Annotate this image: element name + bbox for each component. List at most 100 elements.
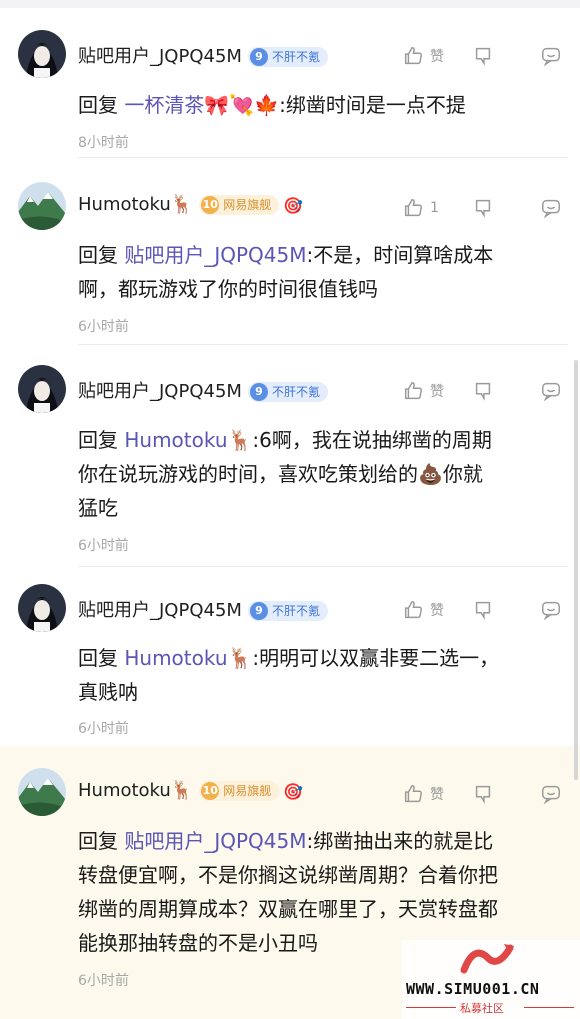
comment-line: :明明可以双赢非要二选一，: [252, 646, 500, 670]
dislike-button[interactable]: [472, 44, 494, 68]
comment: 贴吧用户_JQPQ45M 9 不肝不氪 赞 回复 一杯清茶🎀💘🍁:绑凿时间是一点不提…: [0, 8, 580, 158]
comment-line: 猛吃: [78, 496, 118, 520]
target-icon: 🎯: [283, 195, 304, 215]
like-count: 赞: [430, 603, 444, 619]
thumbs-up-icon: [404, 47, 422, 65]
avatar[interactable]: [18, 182, 66, 230]
reply-button[interactable]: [540, 598, 562, 622]
comment-line: :不是，时间算啥成本: [306, 243, 494, 267]
thumbs-down-icon: [475, 47, 491, 66]
comment-bubble-icon: [542, 47, 560, 67]
watermark-rule-right: [524, 1007, 574, 1008]
level-number: 9: [249, 602, 268, 620]
comment-bubble-icon: [542, 199, 560, 219]
username[interactable]: Humotoku🦌 10 网易旗舰 🎯: [78, 194, 303, 215]
level-title: 不肝不氪: [271, 385, 320, 399]
watermark-rule-left: [406, 1007, 456, 1008]
like-count: 1: [430, 200, 439, 216]
reply-prefix: 回复: [78, 243, 118, 267]
reply-prefix: 回复: [78, 428, 118, 452]
avatar[interactable]: [18, 768, 66, 816]
thumbs-down-icon: [475, 382, 491, 401]
target-icon: 🎯: [283, 781, 304, 801]
thumbs-up-icon: [404, 785, 422, 803]
comment-line: :绑凿抽出来的就是比: [306, 829, 494, 853]
reply-button[interactable]: [540, 196, 562, 220]
comment-actions: 赞: [402, 44, 562, 68]
comment-actions: 赞: [402, 598, 562, 622]
timestamp: 6小时前: [78, 319, 129, 335]
comment: 贴吧用户_JQPQ45M 9 不肝不氪 赞 回复 Humotoku🦌:明明可以双赢非…: [0, 567, 580, 746]
comment-line: 啊，都玩游戏了你的时间很值钱吗: [78, 277, 378, 301]
level-title: 网易旗舰: [223, 198, 272, 212]
watermark-site: WWW.SIMU001.CN: [406, 980, 540, 998]
thumbs-up-icon: [404, 601, 422, 619]
like-button[interactable]: 1: [402, 196, 439, 220]
level-title: 不肝不氪: [271, 50, 320, 64]
comment-bubble-icon: [542, 785, 560, 805]
comment-line: 能换那抽转盘的不是小丑吗: [78, 931, 318, 955]
username-text[interactable]: 贴吧用户_JQPQ45M: [78, 381, 242, 402]
comment-line: 你在说玩游戏的时间，喜欢吃策划给的💩你就: [78, 462, 483, 486]
dislike-button[interactable]: [472, 598, 494, 622]
like-button[interactable]: 赞: [402, 782, 444, 806]
username[interactable]: Humotoku🦌 10 网易旗舰 🎯: [78, 780, 303, 801]
dislike-button[interactable]: [472, 196, 494, 220]
username[interactable]: 贴吧用户_JQPQ45M 9 不肝不氪: [78, 42, 328, 68]
avatar[interactable]: [18, 584, 66, 632]
username-text[interactable]: Humotoku🦌: [78, 780, 193, 801]
reply-button[interactable]: [540, 782, 562, 806]
comment-text: 回复 Humotoku🦌:明明可以双赢非要二选一， 真贱呐: [78, 641, 558, 709]
thumbs-down-icon: [475, 601, 491, 620]
avatar[interactable]: [18, 30, 66, 78]
comment-line: 绑凿的周期算成本？双赢在哪里了，天赏转盘都: [78, 897, 498, 921]
comment-actions: 赞: [402, 782, 562, 806]
thumbs-down-icon: [475, 199, 491, 218]
reply-button[interactable]: [540, 379, 562, 403]
like-count: 赞: [430, 787, 444, 803]
mention-link[interactable]: Humotoku🦌: [124, 428, 252, 452]
mention-link[interactable]: 贴吧用户_JQPQ45M: [124, 243, 306, 267]
like-count: 赞: [430, 49, 444, 65]
scrollbar[interactable]: [574, 360, 578, 780]
reply-prefix: 回复: [78, 829, 118, 853]
comment-line: :6啊，我在说抽绑凿的周期: [252, 428, 492, 452]
like-button[interactable]: 赞: [402, 44, 444, 68]
top-divider: [0, 0, 580, 8]
mention-link[interactable]: 贴吧用户_JQPQ45M: [124, 829, 306, 853]
username[interactable]: 贴吧用户_JQPQ45M 9 不肝不氪: [78, 377, 328, 403]
level-number: 10: [201, 196, 220, 214]
level-number: 9: [249, 48, 268, 66]
level-badge: 10 网易旗舰: [199, 195, 280, 215]
timestamp: 8小时前: [78, 135, 129, 151]
level-number: 10: [201, 782, 220, 800]
dislike-button[interactable]: [472, 782, 494, 806]
comment-bubble-icon: [542, 382, 560, 402]
comment-text: 回复 Humotoku🦌:6啊，我在说抽绑凿的周期 你在说玩游戏的时间，喜欢吃策…: [78, 423, 558, 525]
comment-text: 回复 贴吧用户_JQPQ45M:不是，时间算啥成本 啊，都玩游戏了你的时间很值钱…: [78, 238, 558, 306]
thumbs-up-icon: [404, 382, 422, 400]
timestamp: 6小时前: [78, 973, 129, 989]
comment-actions: 1: [402, 196, 562, 220]
level-badge: 9 不肝不氪: [247, 382, 328, 402]
like-button[interactable]: 赞: [402, 598, 444, 622]
comment: 贴吧用户_JQPQ45M 9 不肝不氪 赞 回复 Humotoku🦌:6啊，我在说抽…: [0, 345, 580, 567]
timestamp: 6小时前: [78, 721, 129, 737]
mention-link[interactable]: 一杯清茶🎀💘🍁: [124, 93, 279, 117]
level-title: 不肝不氪: [271, 604, 320, 618]
watermark-subtitle: 私募社区: [460, 1002, 504, 1015]
thumbs-up-icon: [404, 199, 422, 217]
like-button[interactable]: 赞: [402, 379, 444, 403]
dislike-button[interactable]: [472, 379, 494, 403]
username[interactable]: 贴吧用户_JQPQ45M 9 不肝不氪: [78, 596, 328, 622]
reply-button[interactable]: [540, 44, 562, 68]
reply-prefix: 回复: [78, 93, 118, 117]
comment-line: 真贱呐: [78, 680, 138, 704]
mention-link[interactable]: Humotoku🦌: [124, 646, 252, 670]
username-text[interactable]: 贴吧用户_JQPQ45M: [78, 600, 242, 621]
username-text[interactable]: Humotoku🦌: [78, 194, 193, 215]
avatar[interactable]: [18, 365, 66, 413]
username-text[interactable]: 贴吧用户_JQPQ45M: [78, 46, 242, 67]
level-title: 网易旗舰: [223, 784, 272, 798]
level-badge: 10 网易旗舰: [199, 781, 280, 801]
